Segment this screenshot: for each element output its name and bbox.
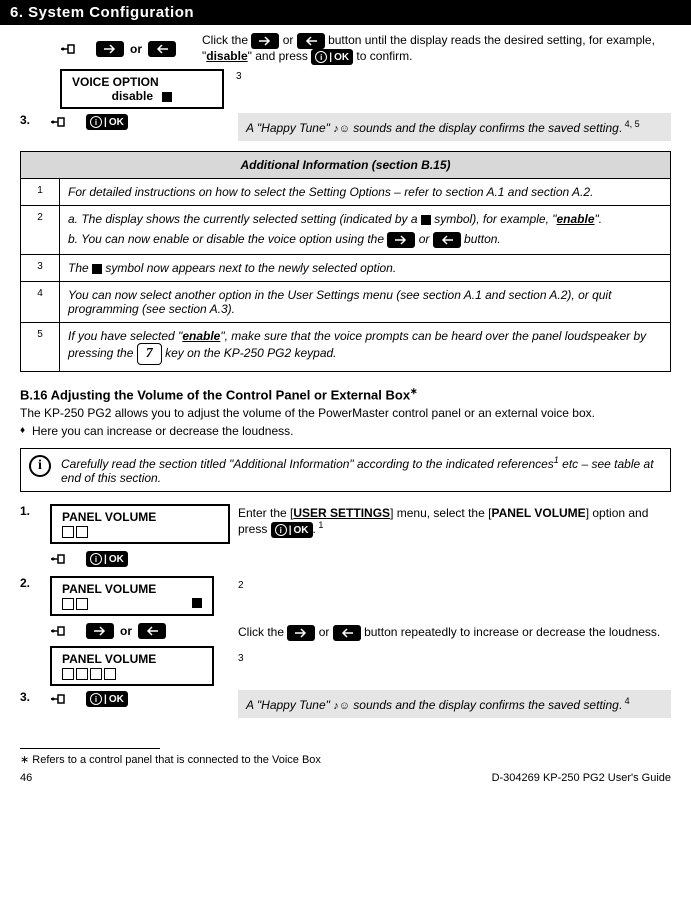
chapter-header: 6. System Configuration xyxy=(0,0,691,25)
step-number: 3. xyxy=(20,690,42,704)
voice-option-lcd-row: VOICE OPTION disable 3 xyxy=(60,69,671,109)
arrow-right-icon xyxy=(86,623,114,639)
table-row: For detailed instructions on how to sele… xyxy=(60,179,671,206)
table-row: You can now select another option in the… xyxy=(60,282,671,323)
info-ok-button-icon: i|OK xyxy=(311,49,353,65)
diamond-bullet-icon: ♦ xyxy=(20,425,25,436)
table-row-num: 2 xyxy=(21,206,60,255)
table-row-num: 5 xyxy=(21,323,60,372)
lcd-display: PANEL VOLUME xyxy=(50,576,214,616)
table-row-num: 1 xyxy=(21,179,60,206)
filled-square-icon xyxy=(192,598,202,608)
section-heading-b16: B.16 Adjusting the Volume of the Control… xyxy=(20,386,671,402)
page-number: 46 xyxy=(20,772,32,784)
additional-info-table: Additional Information (section B.15) 1 … xyxy=(20,151,671,372)
step-instruction: Enter the [USER SETTINGS] menu, select t… xyxy=(238,504,671,538)
empty-square-icon xyxy=(76,668,88,680)
empty-square-icon xyxy=(62,668,74,680)
empty-square-icon xyxy=(62,526,74,538)
voice-option-instruction-row: or Click the or button until the display… xyxy=(20,33,671,65)
arrow-left-icon xyxy=(433,232,461,248)
empty-square-icon xyxy=(90,668,102,680)
confirmation-message: A "Happy Tune" ♪☺ sounds and the display… xyxy=(238,690,671,718)
arrow-right-icon xyxy=(387,232,415,248)
volume-step-3: 3. i|OK A "Happy Tune" ♪☺ sounds and the… xyxy=(20,690,671,718)
footnote-ref-3: 3 xyxy=(236,69,671,82)
or-label: or xyxy=(130,42,142,56)
pointer-hand-icon xyxy=(50,622,76,640)
step-number: 3. xyxy=(20,113,42,127)
info-circle-icon: i xyxy=(29,455,51,477)
filled-square-icon xyxy=(421,215,431,225)
empty-square-icon xyxy=(62,598,74,610)
bullet-item: ♦ Here you can increase or decrease the … xyxy=(20,424,671,438)
table-heading: Additional Information (section B.15) xyxy=(21,152,671,179)
filled-square-icon xyxy=(162,92,172,102)
voice-step-3: 3. i|OK A "Happy Tune" ♪☺ sounds and the… xyxy=(20,113,671,141)
table-row-num: 3 xyxy=(21,255,60,282)
footnote-ref-2: 2 xyxy=(238,578,671,591)
music-note-icon: ♪☺ xyxy=(333,700,350,712)
music-note-icon: ♪☺ xyxy=(333,123,350,135)
empty-square-icon xyxy=(76,526,88,538)
arrow-left-icon xyxy=(138,623,166,639)
or-label: or xyxy=(120,624,132,638)
footnote-ref-3: 3 xyxy=(238,651,671,664)
pointer-hand-icon xyxy=(50,690,76,708)
footnote-text: ∗ Refers to a control panel that is conn… xyxy=(20,753,671,766)
lcd-display: PANEL VOLUME xyxy=(50,646,214,686)
volume-step-1: 1. PANEL VOLUME i|OK Enter the [USER SET… xyxy=(20,504,671,572)
info-ok-button-icon: i|OK xyxy=(271,522,313,538)
arrow-right-icon xyxy=(251,33,279,49)
paragraph: The KP-250 PG2 allows you to adjust the … xyxy=(20,406,671,420)
filled-square-icon xyxy=(92,264,102,274)
footnote-separator xyxy=(20,748,160,749)
volume-step-2: 2. PANEL VOLUME or PANEL VOLUME xyxy=(20,576,671,686)
key-7-icon: 7 xyxy=(137,343,162,365)
empty-square-icon xyxy=(104,668,116,680)
step-number: 2. xyxy=(20,576,42,590)
pointer-hand-icon xyxy=(50,550,76,568)
step-number: 1. xyxy=(20,504,42,518)
pointer-hand-icon xyxy=(60,40,86,58)
step-instruction: Click the or button repeatedly to increa… xyxy=(238,625,671,641)
arrow-left-icon xyxy=(333,625,361,641)
info-ok-button-icon: i|OK xyxy=(86,114,128,130)
lcd-display: VOICE OPTION disable xyxy=(60,69,224,109)
table-row: If you have selected "enable", make sure… xyxy=(60,323,671,372)
empty-square-icon xyxy=(76,598,88,610)
lcd-display: PANEL VOLUME xyxy=(50,504,230,544)
voice-instruction-text: Click the or button until the display re… xyxy=(202,33,671,65)
table-row-num: 4 xyxy=(21,282,60,323)
doc-title: D-304269 KP-250 PG2 User's Guide xyxy=(492,772,671,784)
pointer-hand-icon xyxy=(50,113,76,131)
arrow-left-icon xyxy=(297,33,325,49)
page-footer: 46 D-304269 KP-250 PG2 User's Guide xyxy=(20,772,671,784)
arrow-left-icon xyxy=(148,41,176,57)
arrow-right-icon xyxy=(96,41,124,57)
table-row: a. The display shows the currently selec… xyxy=(60,206,671,255)
confirmation-message: A "Happy Tune" ♪☺ sounds and the display… xyxy=(238,113,671,141)
table-row: The symbol now appears next to the newly… xyxy=(60,255,671,282)
arrow-right-icon xyxy=(287,625,315,641)
info-ok-button-icon: i|OK xyxy=(86,551,128,567)
info-ok-button-icon: i|OK xyxy=(86,691,128,707)
note-box: i Carefully read the section titled "Add… xyxy=(20,448,671,492)
